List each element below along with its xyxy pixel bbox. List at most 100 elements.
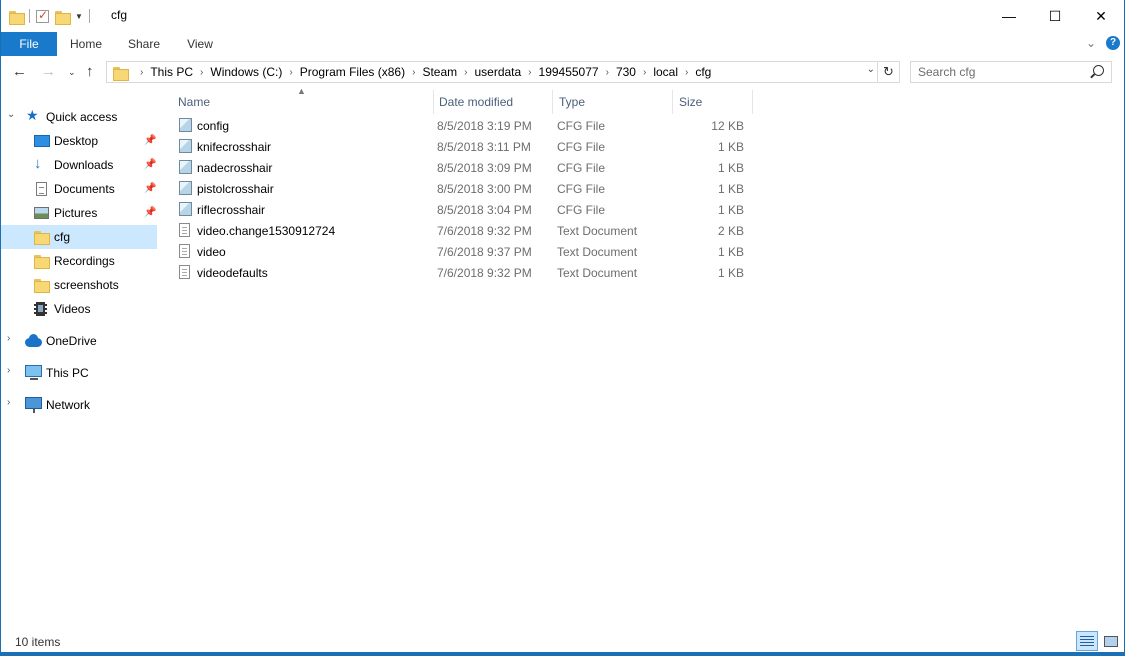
- title-bar: ▼ cfg — ☐ ✕: [1, 0, 1124, 32]
- nav-quick-access[interactable]: ⌄ ★ Quick access: [1, 105, 157, 129]
- file-size: 1 KB: [717, 265, 744, 280]
- large-icons-view-button[interactable]: [1100, 631, 1122, 651]
- large-icons-view-icon: [1104, 635, 1118, 647]
- folder-icon: [34, 254, 50, 269]
- nav-item-videos[interactable]: Videos: [1, 297, 157, 321]
- chevron-right-icon[interactable]: ›: [289, 67, 292, 78]
- up-button[interactable]: ↑: [86, 63, 94, 80]
- minimize-button[interactable]: —: [986, 0, 1032, 32]
- breadcrumb-this-pc[interactable]: This PC: [150, 65, 193, 79]
- chevron-right-icon[interactable]: ›: [412, 67, 415, 78]
- file-type: CFG File: [557, 181, 605, 196]
- chevron-right-icon[interactable]: ›: [685, 67, 688, 78]
- address-bar[interactable]: › This PC › Windows (C:) › Program Files…: [106, 61, 900, 83]
- file-type: CFG File: [557, 118, 605, 133]
- nav-item-label: Recordings: [54, 254, 115, 268]
- properties-icon[interactable]: [36, 8, 49, 23]
- forward-button[interactable]: →: [41, 63, 56, 80]
- folder-icon: [113, 66, 129, 81]
- folder-icon[interactable]: [9, 10, 25, 25]
- search-icon[interactable]: [1093, 65, 1104, 76]
- pin-icon[interactable]: 📌: [144, 183, 156, 194]
- pin-icon[interactable]: 📌: [144, 159, 156, 170]
- chevron-right-icon[interactable]: ›: [643, 67, 646, 78]
- nav-item-recordings[interactable]: Recordings: [1, 249, 157, 273]
- refresh-icon[interactable]: ↻: [877, 62, 899, 82]
- pin-icon[interactable]: 📌: [144, 135, 156, 146]
- nav-item-cfg[interactable]: cfg: [1, 225, 157, 249]
- nav-this-pc[interactable]: › This PC: [1, 361, 157, 385]
- quick-access-toolbar: ▼: [9, 8, 90, 25]
- text-file-icon: [179, 244, 190, 258]
- chevron-right-icon[interactable]: ›: [7, 365, 10, 376]
- breadcrumb-730[interactable]: 730: [616, 65, 636, 79]
- tab-share[interactable]: Share: [116, 32, 172, 56]
- nav-item-label: Downloads: [54, 158, 114, 172]
- chevron-right-icon[interactable]: ›: [464, 67, 467, 78]
- column-header-date-modified[interactable]: Date modified: [433, 90, 553, 114]
- breadcrumb-windows-c[interactable]: Windows (C:): [210, 65, 282, 79]
- window-controls: — ☐ ✕: [986, 0, 1124, 32]
- computer-icon: [25, 365, 42, 380]
- pictures-icon: [34, 207, 49, 219]
- nav-item-screenshots[interactable]: screenshots: [1, 273, 157, 297]
- pin-icon[interactable]: 📌: [144, 207, 156, 218]
- tab-home[interactable]: Home: [58, 32, 114, 56]
- nav-item-documents[interactable]: Documents 📌: [1, 177, 157, 201]
- details-view-button[interactable]: [1076, 631, 1098, 651]
- tab-file[interactable]: File: [1, 32, 57, 56]
- chevron-right-icon[interactable]: ›: [606, 67, 609, 78]
- nav-network[interactable]: › Network: [1, 393, 157, 417]
- back-button[interactable]: ←: [12, 63, 27, 80]
- file-row[interactable]: video 7/6/2018 9:37 PM Text Document 1 K…: [170, 241, 753, 262]
- new-folder-icon[interactable]: [55, 10, 71, 25]
- nav-item-downloads[interactable]: ↓ Downloads 📌: [1, 153, 157, 177]
- file-row[interactable]: nadecrosshair 8/5/2018 3:09 PM CFG File …: [170, 157, 753, 178]
- item-count: 10 items: [15, 635, 61, 649]
- column-header-size[interactable]: Size: [673, 90, 753, 114]
- search-input[interactable]: [918, 62, 1088, 82]
- file-date-modified: 8/5/2018 3:19 PM: [437, 118, 532, 133]
- recent-locations-button[interactable]: ⌄: [68, 67, 76, 78]
- search-box[interactable]: [910, 61, 1112, 83]
- cfg-file-icon: [179, 118, 192, 132]
- file-date-modified: 7/6/2018 9:32 PM: [437, 265, 532, 280]
- file-size: 1 KB: [717, 244, 744, 259]
- close-button[interactable]: ✕: [1078, 0, 1124, 32]
- nav-onedrive[interactable]: › OneDrive: [1, 329, 157, 353]
- file-row[interactable]: videodefaults 7/6/2018 9:32 PM Text Docu…: [170, 262, 753, 283]
- maximize-button[interactable]: ☐: [1032, 0, 1078, 32]
- nav-item-desktop[interactable]: Desktop 📌: [1, 129, 157, 153]
- file-row[interactable]: knifecrosshair 8/5/2018 3:11 PM CFG File…: [170, 136, 753, 157]
- file-row[interactable]: pistolcrosshair 8/5/2018 3:00 PM CFG Fil…: [170, 178, 753, 199]
- file-size: 1 KB: [717, 181, 744, 196]
- cfg-file-icon: [179, 139, 192, 153]
- address-dropdown-icon[interactable]: ⌄: [867, 64, 875, 75]
- expand-ribbon-icon[interactable]: ⌄: [1086, 36, 1096, 50]
- breadcrumb-user-id[interactable]: 199455077: [539, 65, 599, 79]
- onedrive-icon: [25, 334, 42, 347]
- chevron-right-icon[interactable]: ›: [200, 67, 203, 78]
- chevron-right-icon[interactable]: ›: [7, 333, 10, 344]
- file-type: Text Document: [557, 223, 638, 238]
- file-name: config: [197, 118, 230, 133]
- chevron-right-icon[interactable]: ›: [528, 67, 531, 78]
- breadcrumb-local[interactable]: local: [653, 65, 678, 79]
- file-row[interactable]: riflecrosshair 8/5/2018 3:04 PM CFG File…: [170, 199, 753, 220]
- nav-item-pictures[interactable]: Pictures 📌: [1, 201, 157, 225]
- file-size: 1 KB: [717, 139, 744, 154]
- tab-view[interactable]: View: [172, 32, 228, 56]
- file-row[interactable]: config 8/5/2018 3:19 PM CFG File 12 KB: [170, 115, 753, 136]
- breadcrumb-cfg[interactable]: cfg: [695, 65, 711, 79]
- breadcrumb-userdata[interactable]: userdata: [474, 65, 521, 79]
- help-icon[interactable]: ?: [1106, 36, 1120, 50]
- column-header-type[interactable]: Type: [553, 90, 673, 114]
- customize-qat-icon[interactable]: ▼: [75, 12, 83, 21]
- column-header-name[interactable]: Name: [172, 90, 434, 114]
- breadcrumb-program-files[interactable]: Program Files (x86): [300, 65, 405, 79]
- breadcrumb-steam[interactable]: Steam: [422, 65, 457, 79]
- file-row[interactable]: video.change1530912724 7/6/2018 9:32 PM …: [170, 220, 753, 241]
- chevron-right-icon[interactable]: ›: [140, 67, 143, 78]
- chevron-down-icon[interactable]: ⌄: [7, 109, 15, 120]
- chevron-right-icon[interactable]: ›: [7, 397, 10, 408]
